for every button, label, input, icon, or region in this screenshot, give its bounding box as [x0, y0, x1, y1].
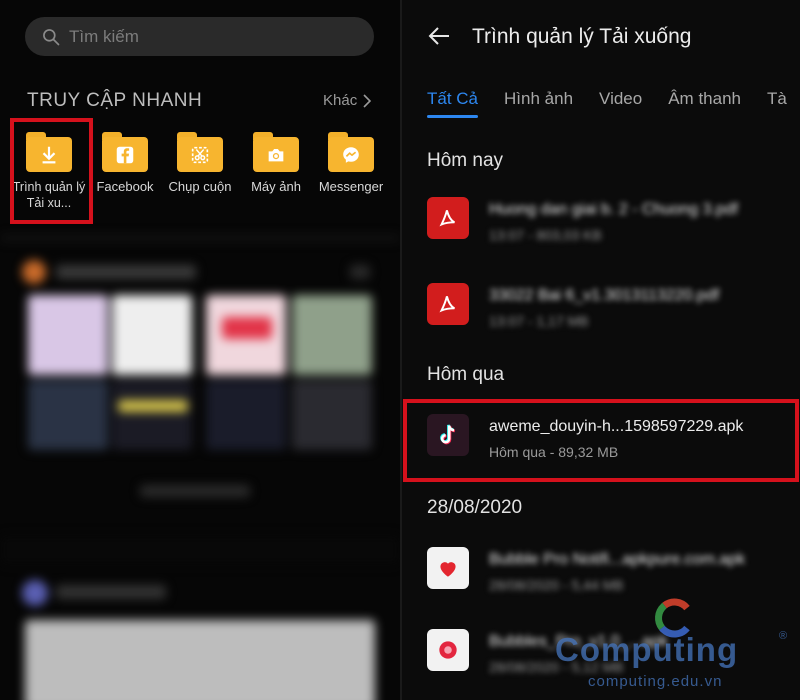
section-header-yesterday: Hôm qua [427, 364, 505, 385]
file-row[interactable]: Bubble Pro Notifi...apkpure.com.apk 28/0… [402, 537, 800, 599]
quick-access-scroll-screenshot[interactable]: Chụp cuộn [161, 128, 239, 195]
section-header-today: Hôm nay [427, 150, 504, 171]
file-manager-home: Tìm kiếm TRUY CẬP NHANH Khác Trình quản … [0, 0, 400, 700]
back-arrow-icon[interactable] [427, 24, 451, 48]
quick-access-camera[interactable]: Máy ảnh [237, 128, 315, 195]
file-row[interactable]: Huong dan giai b. 2 - Chuong 3.pdf 13:07… [402, 187, 800, 249]
folder-icon [253, 132, 299, 172]
quick-access-label: Messenger [318, 179, 384, 194]
pdf-icon [427, 197, 469, 239]
messenger-icon [343, 146, 359, 163]
highlight-box [403, 399, 799, 482]
chevron-right-icon [363, 93, 372, 108]
tab-images[interactable]: Hình ảnh [504, 89, 573, 109]
camera-icon [268, 148, 284, 161]
section-header-date: 28/08/2020 [427, 497, 523, 518]
recent-files-blurred [0, 235, 400, 700]
file-meta: 13:07 - 803,03 KB [489, 227, 602, 243]
watermark-url: computing.edu.vn [588, 673, 723, 690]
file-name: Huong dan giai b. 2 - Chuong 3.pdf [489, 201, 739, 218]
quick-access-label: Facebook [96, 179, 154, 194]
scroll-screenshot-icon [191, 146, 209, 163]
pdf-icon [427, 283, 469, 325]
app-icon [427, 629, 469, 671]
folder-icon [102, 132, 148, 172]
search-icon [43, 28, 60, 45]
quick-access-label: Máy ảnh [251, 179, 301, 194]
file-name: 33022 Bai 6_v1.3013113220.pdf [489, 287, 720, 304]
watermark: Computing ® computing.edu.vn [555, 598, 795, 698]
quick-access-facebook[interactable]: Facebook [86, 128, 164, 195]
tab-bar: Tất Cả Hình ảnh Video Âm thanh Tà [427, 89, 787, 118]
more-label: Khác [323, 92, 358, 109]
quick-access-more-link[interactable]: Khác [323, 92, 372, 109]
tab-audio[interactable]: Âm thanh [668, 89, 741, 109]
facebook-icon [116, 146, 134, 163]
search-placeholder: Tìm kiếm [69, 26, 139, 46]
quick-access-title: TRUY CẬP NHANH [27, 90, 203, 111]
tab-documents[interactable]: Tà [767, 89, 787, 109]
quick-access-label: Chụp cuộn [168, 179, 232, 194]
file-meta: 28/08/2020 - 5,44 MB [489, 577, 624, 593]
file-meta: 13:07 - 1,17 MB [489, 313, 589, 329]
tab-all[interactable]: Tất Cả [427, 89, 479, 118]
watermark-registered: ® [779, 630, 788, 642]
download-manager-screen: Trình quản lý Tải xuống Tất Cả Hình ảnh … [402, 0, 800, 700]
file-name: Bubble Pro Notifi...apkpure.com.apk [489, 551, 746, 568]
quick-access-messenger[interactable]: Messenger [312, 128, 390, 195]
file-row[interactable]: 33022 Bai 6_v1.3013113220.pdf 13:07 - 1,… [402, 273, 800, 335]
watermark-brand: Computing [555, 631, 739, 668]
search-input[interactable]: Tìm kiếm [25, 17, 374, 56]
tab-video[interactable]: Video [599, 89, 642, 109]
page-title: Trình quản lý Tải xuống [472, 25, 692, 48]
folder-icon [328, 132, 374, 172]
highlight-box [10, 118, 93, 224]
folder-icon [177, 132, 223, 172]
app-icon [427, 547, 469, 589]
